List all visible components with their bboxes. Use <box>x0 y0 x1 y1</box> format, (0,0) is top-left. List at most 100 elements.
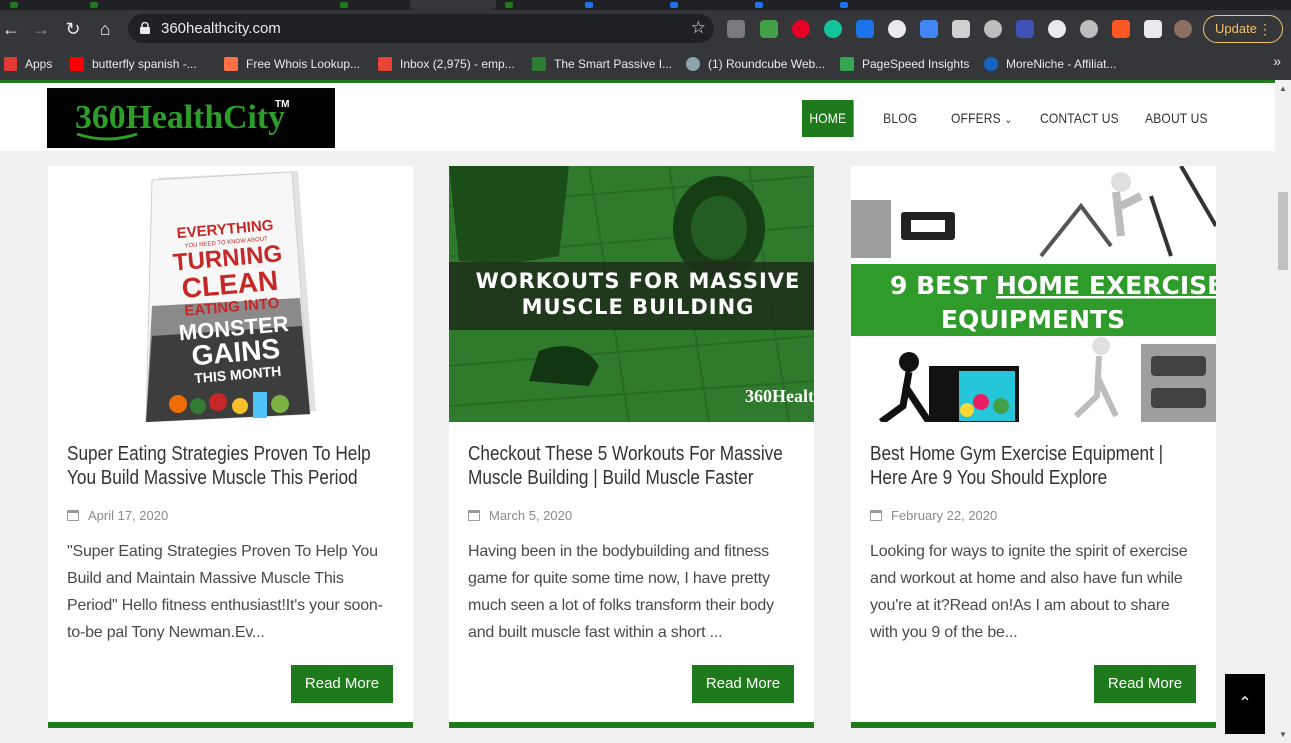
card-accent-bar <box>851 722 1216 728</box>
extension-icon[interactable] <box>760 20 778 38</box>
tab-favicon[interactable] <box>670 2 678 8</box>
image-headline: MUSCLE BUILDING <box>522 295 755 319</box>
image-headline: 9 BEST HOME EXERCISE <box>890 271 1216 300</box>
apps-grid-icon <box>4 57 17 71</box>
post-date-text: February 22, 2020 <box>891 508 998 523</box>
nav-home[interactable]: HOME <box>802 100 854 137</box>
extension-icon[interactable] <box>1112 20 1130 38</box>
download-extension-icon[interactable] <box>727 20 745 38</box>
forward-arrow-icon[interactable]: → <box>30 18 52 40</box>
post-date-text: March 5, 2020 <box>489 508 573 523</box>
back-arrow-icon[interactable]: ← <box>0 18 22 40</box>
svg-text:TM: TM <box>275 99 289 110</box>
extension-icon[interactable] <box>920 20 938 38</box>
card-accent-bar <box>449 722 814 728</box>
post-title[interactable]: Checkout These 5 Workouts For Massive Mu… <box>468 442 798 490</box>
bookmark-item[interactable]: The Smart Passive I... <box>532 54 672 74</box>
tab-favicon[interactable] <box>505 2 513 8</box>
nav-offers[interactable]: OFFERS ⌄ <box>951 100 1020 137</box>
extension-icon[interactable] <box>1016 20 1034 38</box>
bookmark-item[interactable]: butterfly spanish -... <box>70 54 197 74</box>
bookmark-item[interactable]: (1) Roundcube Web... <box>686 54 825 74</box>
scroll-up-arrow-icon[interactable]: ▲ <box>1279 84 1287 93</box>
svg-text:360HealthCity: 360HealthCity <box>75 99 285 136</box>
extension-icon[interactable] <box>888 20 906 38</box>
image-watermark: 360Healt <box>745 386 814 406</box>
more-vertical-icon: ⋮ <box>1258 21 1272 37</box>
post-date: April 17, 2020 <box>67 508 168 524</box>
tab-favicon[interactable] <box>340 2 348 8</box>
update-label: Update <box>1215 21 1257 36</box>
read-more-button[interactable]: Read More <box>1094 665 1196 703</box>
ebook-cover-image: EVERYTHING YOU NEED TO KNOW ABOUT TURNIN… <box>48 166 413 422</box>
page-scrollbar[interactable]: ▲ ▼ <box>1275 80 1291 743</box>
post-card: EVERYTHING YOU NEED TO KNOW ABOUT TURNIN… <box>48 166 413 728</box>
avatar[interactable] <box>1174 20 1192 38</box>
image-headline: EQUIPMENTS <box>941 305 1125 334</box>
tab-favicon[interactable] <box>755 2 763 8</box>
extension-new-icon[interactable] <box>856 20 874 38</box>
tab-favicon[interactable] <box>840 2 848 8</box>
extension-icon[interactable] <box>1080 20 1098 38</box>
bookmark-apps[interactable]: Apps <box>4 54 52 74</box>
post-thumbnail-workouts[interactable]: WORKOUTS FOR MASSIVE MUSCLE BUILDING 360… <box>449 166 814 422</box>
scrollbar-thumb[interactable] <box>1278 192 1288 270</box>
post-card: WORKOUTS FOR MASSIVE MUSCLE BUILDING 360… <box>449 166 814 728</box>
tab-favicon[interactable] <box>585 2 593 8</box>
pagespeed-icon <box>840 57 854 71</box>
chevron-up-icon: ⌃ <box>1238 695 1252 712</box>
tab-favicon[interactable] <box>10 2 18 8</box>
bookmark-star-icon[interactable]: ☆ <box>691 18 706 38</box>
bookmark-label: MoreNiche - Affiliat... <box>1006 57 1117 71</box>
equipment-image: 9 BEST HOME EXERCISE EQUIPMENTS <box>851 166 1216 422</box>
post-date-text: April 17, 2020 <box>88 508 169 523</box>
post-card: 9 BEST HOME EXERCISE EQUIPMENTS Best Hom… <box>851 166 1216 728</box>
bookmark-label: The Smart Passive I... <box>554 57 673 71</box>
react-icon[interactable] <box>1048 20 1066 38</box>
extension-icon[interactable] <box>984 20 1002 38</box>
pinterest-icon[interactable] <box>792 20 810 38</box>
bookmarks-bar: Apps butterfly spanish -... Free Whois L… <box>0 48 1291 80</box>
moreniche-icon <box>984 57 998 71</box>
back-to-top-button[interactable]: ⌃ <box>1225 674 1265 734</box>
image-headline: WORKOUTS FOR MASSIVE <box>476 269 801 293</box>
nav-blog[interactable]: BLOG <box>883 100 917 137</box>
roundcube-icon <box>686 57 700 71</box>
nav-label: BLOG <box>883 110 918 126</box>
update-button[interactable]: Update ⋮ <box>1203 15 1283 43</box>
tab-active[interactable] <box>410 0 496 10</box>
bookmarks-overflow-icon[interactable]: » <box>1273 53 1281 69</box>
calendar-icon <box>468 510 480 521</box>
grammarly-icon[interactable] <box>824 20 842 38</box>
bookmark-item[interactable]: PageSpeed Insights <box>840 54 969 74</box>
post-thumbnail-ebook[interactable]: EVERYTHING YOU NEED TO KNOW ABOUT TURNIN… <box>48 166 413 422</box>
youtube-icon <box>70 57 84 71</box>
scroll-down-arrow-icon[interactable]: ▼ <box>1279 730 1287 739</box>
tab-favicon[interactable] <box>90 2 98 8</box>
site-logo[interactable]: 360HealthCity TM <box>47 88 335 148</box>
address-bar[interactable]: 360healthcity.com ☆ <box>128 14 714 43</box>
post-title[interactable]: Super Eating Strategies Proven To Help Y… <box>67 442 397 490</box>
bookmark-item[interactable]: MoreNiche - Affiliat... <box>984 54 1116 74</box>
bookmark-label: PageSpeed Insights <box>862 57 970 71</box>
nav-about-us[interactable]: ABOUT US <box>1145 100 1209 137</box>
extension-icon[interactable] <box>952 20 970 38</box>
post-date: February 22, 2020 <box>870 508 997 524</box>
reload-icon[interactable]: ↻ <box>62 18 84 40</box>
gmail-icon <box>378 57 392 71</box>
home-icon[interactable]: ⌂ <box>94 18 116 40</box>
puzzle-icon[interactable] <box>1144 20 1162 38</box>
lock-icon <box>140 22 150 34</box>
post-title[interactable]: Best Home Gym Exercise Equipment | Here … <box>870 442 1200 490</box>
read-more-button[interactable]: Read More <box>692 665 794 703</box>
calendar-icon <box>67 510 79 521</box>
nav-contact-us[interactable]: CONTACT US <box>1040 100 1121 137</box>
bookmark-label: Inbox (2,975) - emp... <box>400 57 515 71</box>
post-thumbnail-equipment[interactable]: 9 BEST HOME EXERCISE EQUIPMENTS <box>851 166 1216 422</box>
bookmark-item[interactable]: Inbox (2,975) - emp... <box>378 54 515 74</box>
bookmark-item[interactable]: Free Whois Lookup... <box>224 54 360 74</box>
bookmark-label: (1) Roundcube Web... <box>708 57 826 71</box>
read-more-button[interactable]: Read More <box>291 665 393 703</box>
card-accent-bar <box>48 722 413 728</box>
bookmark-label: Apps <box>25 57 53 71</box>
